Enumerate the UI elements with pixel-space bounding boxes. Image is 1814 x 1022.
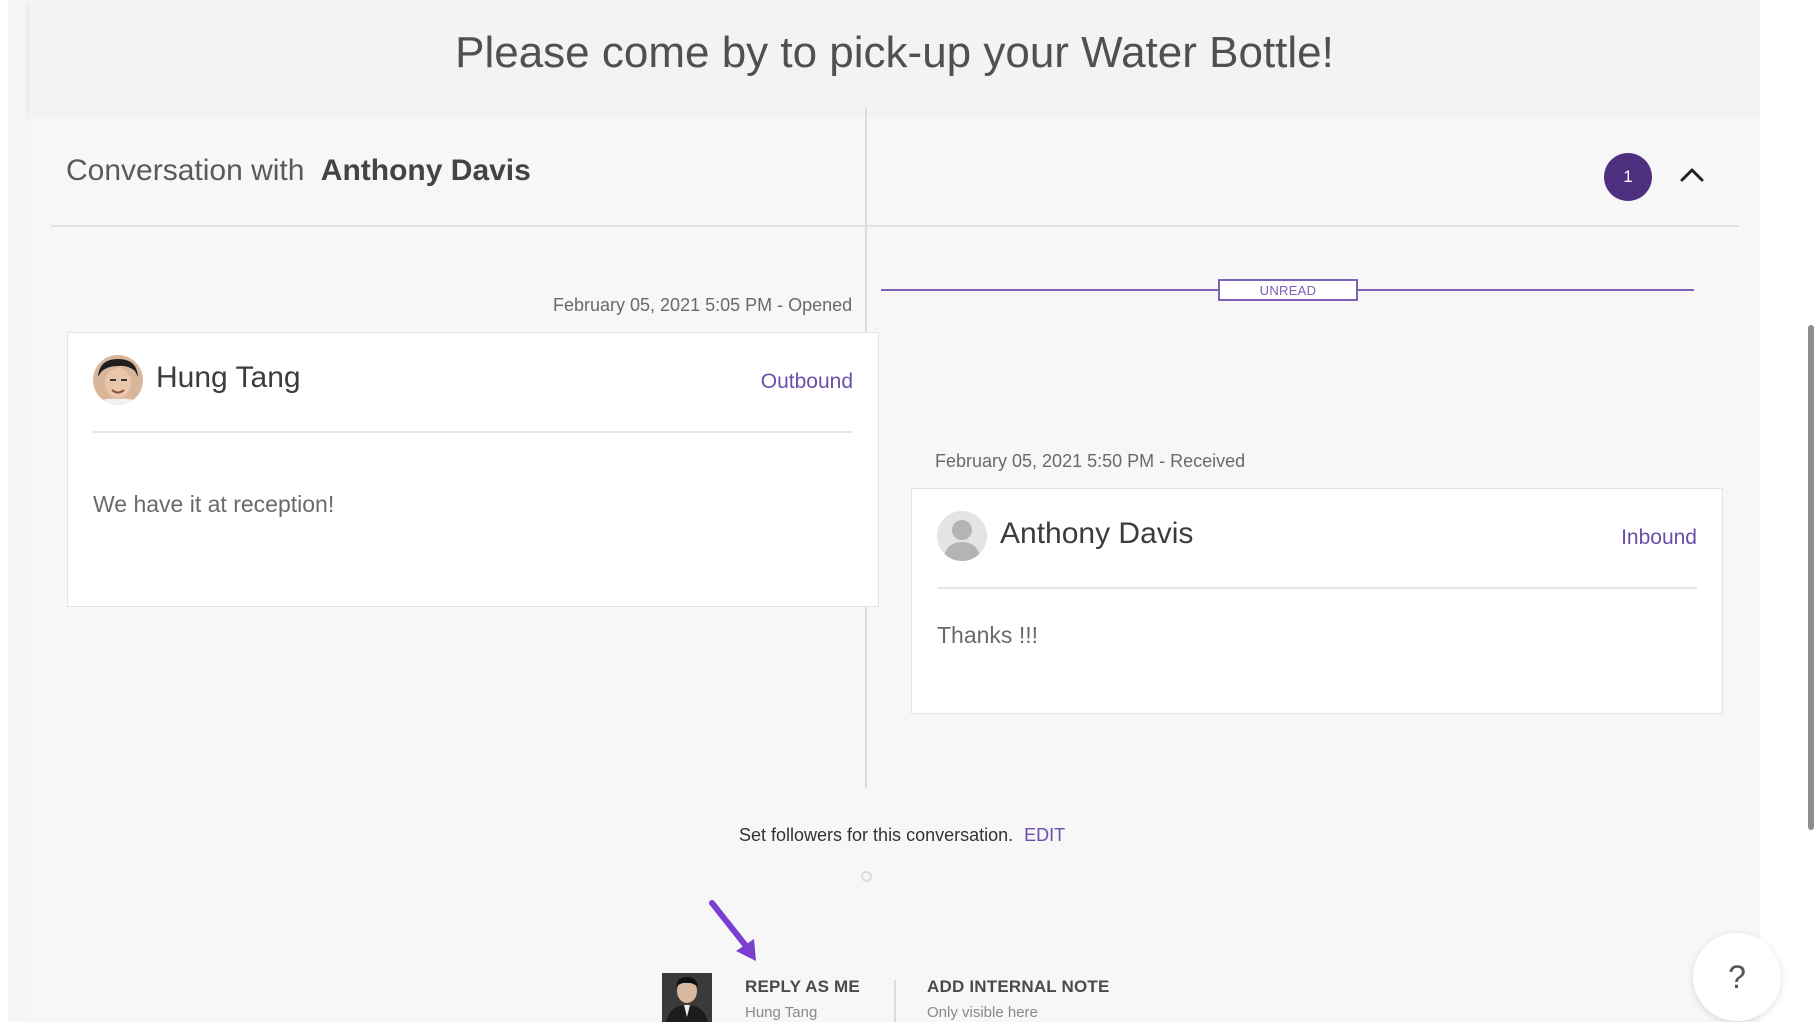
reply-avatar[interactable] (662, 973, 712, 1022)
page-title: Please come by to pick-up your Water Bot… (455, 28, 1334, 77)
message-header: Anthony Davis Inbound (937, 489, 1697, 589)
annotation-arrow-icon (709, 900, 756, 961)
conversation-header[interactable]: Conversation with Anthony Davis 1 (51, 118, 1739, 227)
subject-bar: Please come by to pick-up your Water Bot… (29, 0, 1760, 118)
timeline-dot (861, 871, 872, 882)
message-body: We have it at reception! (93, 491, 335, 517)
message-card-outbound: Hung Tang Outbound We have it at recepti… (67, 332, 879, 607)
help-button[interactable]: ? (1693, 933, 1781, 1021)
sender-name: Hung Tang (156, 361, 301, 394)
message-header: Hung Tang Outbound (93, 333, 853, 433)
edit-followers-link[interactable]: EDIT (1024, 825, 1065, 845)
message-body: Thanks !!! (937, 622, 1038, 648)
direction-label: Outbound (760, 370, 853, 393)
internal-note-subtitle: Only visible here (927, 1004, 1038, 1021)
followers-row: Set followers for this conversation. EDI… (739, 825, 1065, 846)
add-internal-note-button[interactable]: ADD INTERNAL NOTE (927, 977, 1110, 997)
message-timestamp: February 05, 2021 5:05 PM - Opened (553, 295, 853, 315)
default-person-avatar (937, 511, 987, 561)
page-left-edge (0, 0, 8, 1022)
conversation-heading: Conversation with Anthony Davis (66, 154, 531, 188)
unread-badge: UNREAD (1218, 279, 1358, 301)
sender-name: Anthony Davis (1000, 517, 1194, 550)
message-timestamp: February 05, 2021 5:50 PM - Received (935, 451, 1246, 471)
user-photo-avatar (93, 355, 143, 405)
followers-text: Set followers for this conversation. (739, 825, 1014, 845)
scrollbar-track (1760, 0, 1814, 1022)
conversation-prefix: Conversation with (66, 154, 305, 187)
message-card-inbound: Anthony Davis Inbound Thanks !!! (911, 488, 1723, 714)
action-divider (894, 980, 896, 1022)
reply-as-subtitle: Hung Tang (745, 1004, 818, 1021)
scrollbar-thumb[interactable] (1808, 325, 1814, 830)
contact-name: Anthony Davis (320, 154, 531, 187)
chevron-up-icon[interactable] (1677, 160, 1707, 190)
message-count-badge: 1 (1604, 153, 1652, 201)
direction-label: Inbound (1621, 526, 1697, 549)
reply-as-me-button[interactable]: REPLY AS ME (745, 977, 860, 997)
